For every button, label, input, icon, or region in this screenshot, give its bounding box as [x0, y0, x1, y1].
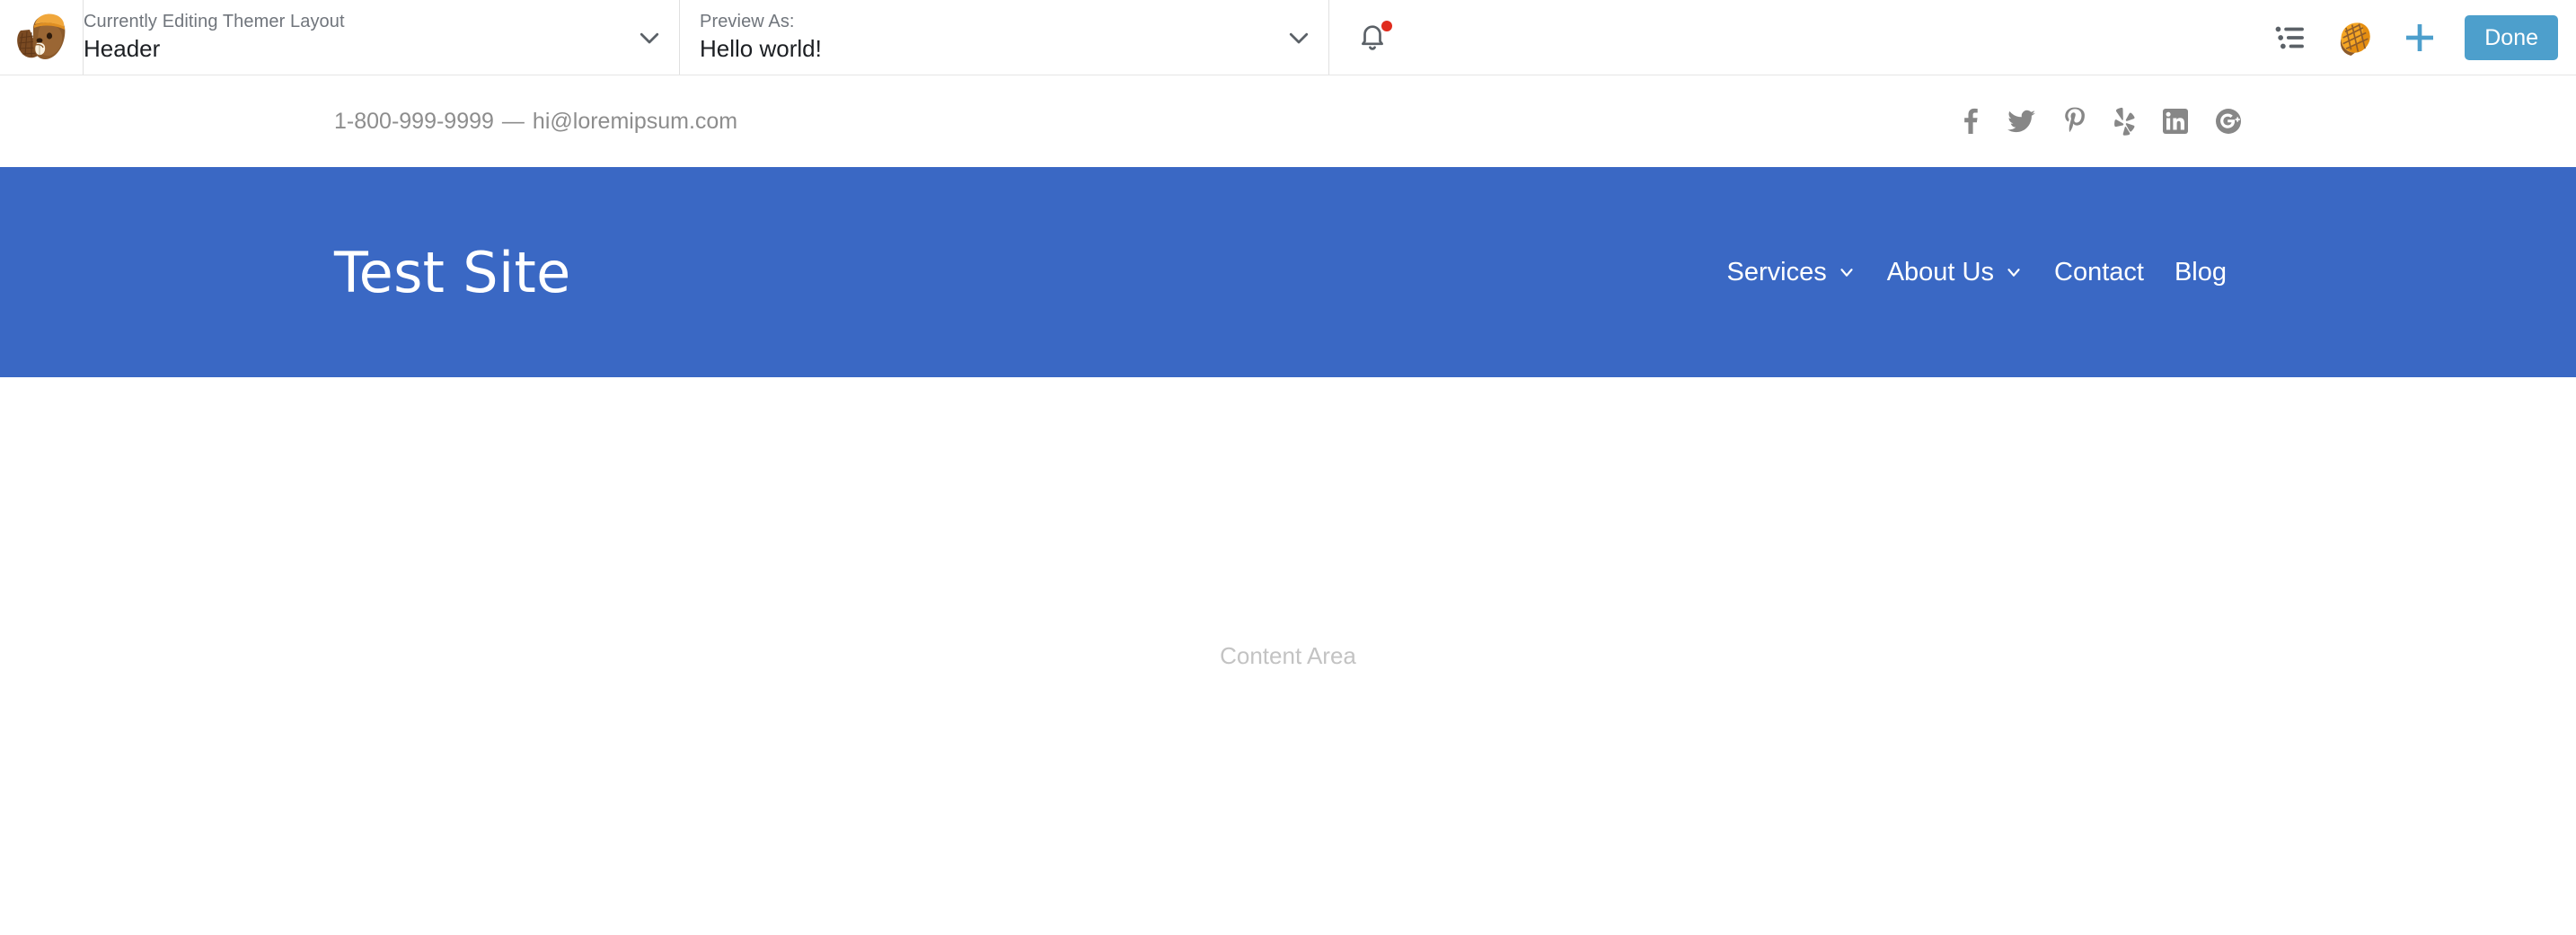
nav-label: Services [1726, 257, 1827, 287]
contact-separator: — [501, 108, 525, 134]
admin-bar-tools: Done [2258, 0, 2576, 75]
facebook-icon[interactable] [1959, 108, 1981, 135]
nav-item-services[interactable]: Services [1712, 258, 1872, 287]
chevron-down-icon [2007, 269, 2020, 277]
site-title[interactable]: Test Site [334, 240, 571, 305]
done-button[interactable]: Done [2465, 14, 2558, 60]
tools-outline-button[interactable] [2258, 0, 2323, 75]
nav-label: About Us [1886, 257, 1994, 287]
content-area[interactable]: Content Area [0, 377, 2576, 935]
content-area-placeholder: Content Area [1220, 642, 1356, 669]
currently-editing-value: Header [84, 34, 161, 62]
outline-list-icon [2275, 26, 2305, 49]
plus-icon [2406, 23, 2434, 51]
beaver-tail-icon [2341, 22, 2370, 56]
currently-editing-label: Currently Editing Themer Layout [84, 12, 345, 32]
contact-phone[interactable]: 1-800-999-9999 [334, 109, 494, 134]
chevron-down-icon [1840, 269, 1853, 277]
currently-editing-selector[interactable]: Currently Editing Themer Layout Header [84, 0, 679, 75]
preview-as-label: Preview As: [700, 12, 795, 32]
google-plus-icon[interactable] [2215, 108, 2242, 135]
site-navigation: Services About Us Contact Blog [1712, 258, 2243, 287]
preview-as-value: Hello world! [700, 34, 822, 62]
preview-as-text: Preview As: Hello world! [700, 11, 822, 63]
bell-holder [1357, 20, 1392, 54]
nav-item-about-us[interactable]: About Us [1872, 258, 2039, 287]
beaver-builder-logo-icon [17, 13, 66, 59]
chevron-down-icon [1289, 32, 1309, 43]
site-header-band: Test Site Services About Us Contact Blog [0, 167, 2576, 377]
nav-item-blog[interactable]: Blog [2159, 258, 2242, 287]
currently-editing-text: Currently Editing Themer Layout Header [84, 11, 345, 63]
notifications-button[interactable] [1329, 0, 1416, 75]
nav-label: Contact [2054, 257, 2144, 287]
nav-item-contact[interactable]: Contact [2039, 258, 2159, 287]
yelp-icon[interactable] [2113, 107, 2136, 136]
builder-admin-bar: Currently Editing Themer Layout Header P… [0, 0, 2576, 75]
contact-info: 1-800-999-9999 — hi@loremipsum.com [334, 109, 737, 135]
chevron-down-icon [640, 32, 659, 43]
preview-as-selector[interactable]: Preview As: Hello world! [680, 0, 1328, 75]
twitter-icon[interactable] [2007, 108, 2036, 135]
social-links [1959, 107, 2242, 136]
beaver-builder-logo-button[interactable] [0, 0, 83, 75]
bar-spacer [1416, 0, 2258, 75]
pinterest-icon[interactable] [2063, 107, 2086, 136]
nav-label: Blog [2174, 257, 2227, 287]
site-contact-bar: 1-800-999-9999 — hi@loremipsum.com [0, 75, 2576, 167]
add-content-button[interactable] [2387, 0, 2452, 75]
contact-email[interactable]: hi@loremipsum.com [533, 109, 737, 134]
notification-badge [1381, 20, 1392, 31]
linkedin-icon[interactable] [2163, 109, 2188, 134]
tools-templates-button[interactable] [2323, 0, 2387, 75]
